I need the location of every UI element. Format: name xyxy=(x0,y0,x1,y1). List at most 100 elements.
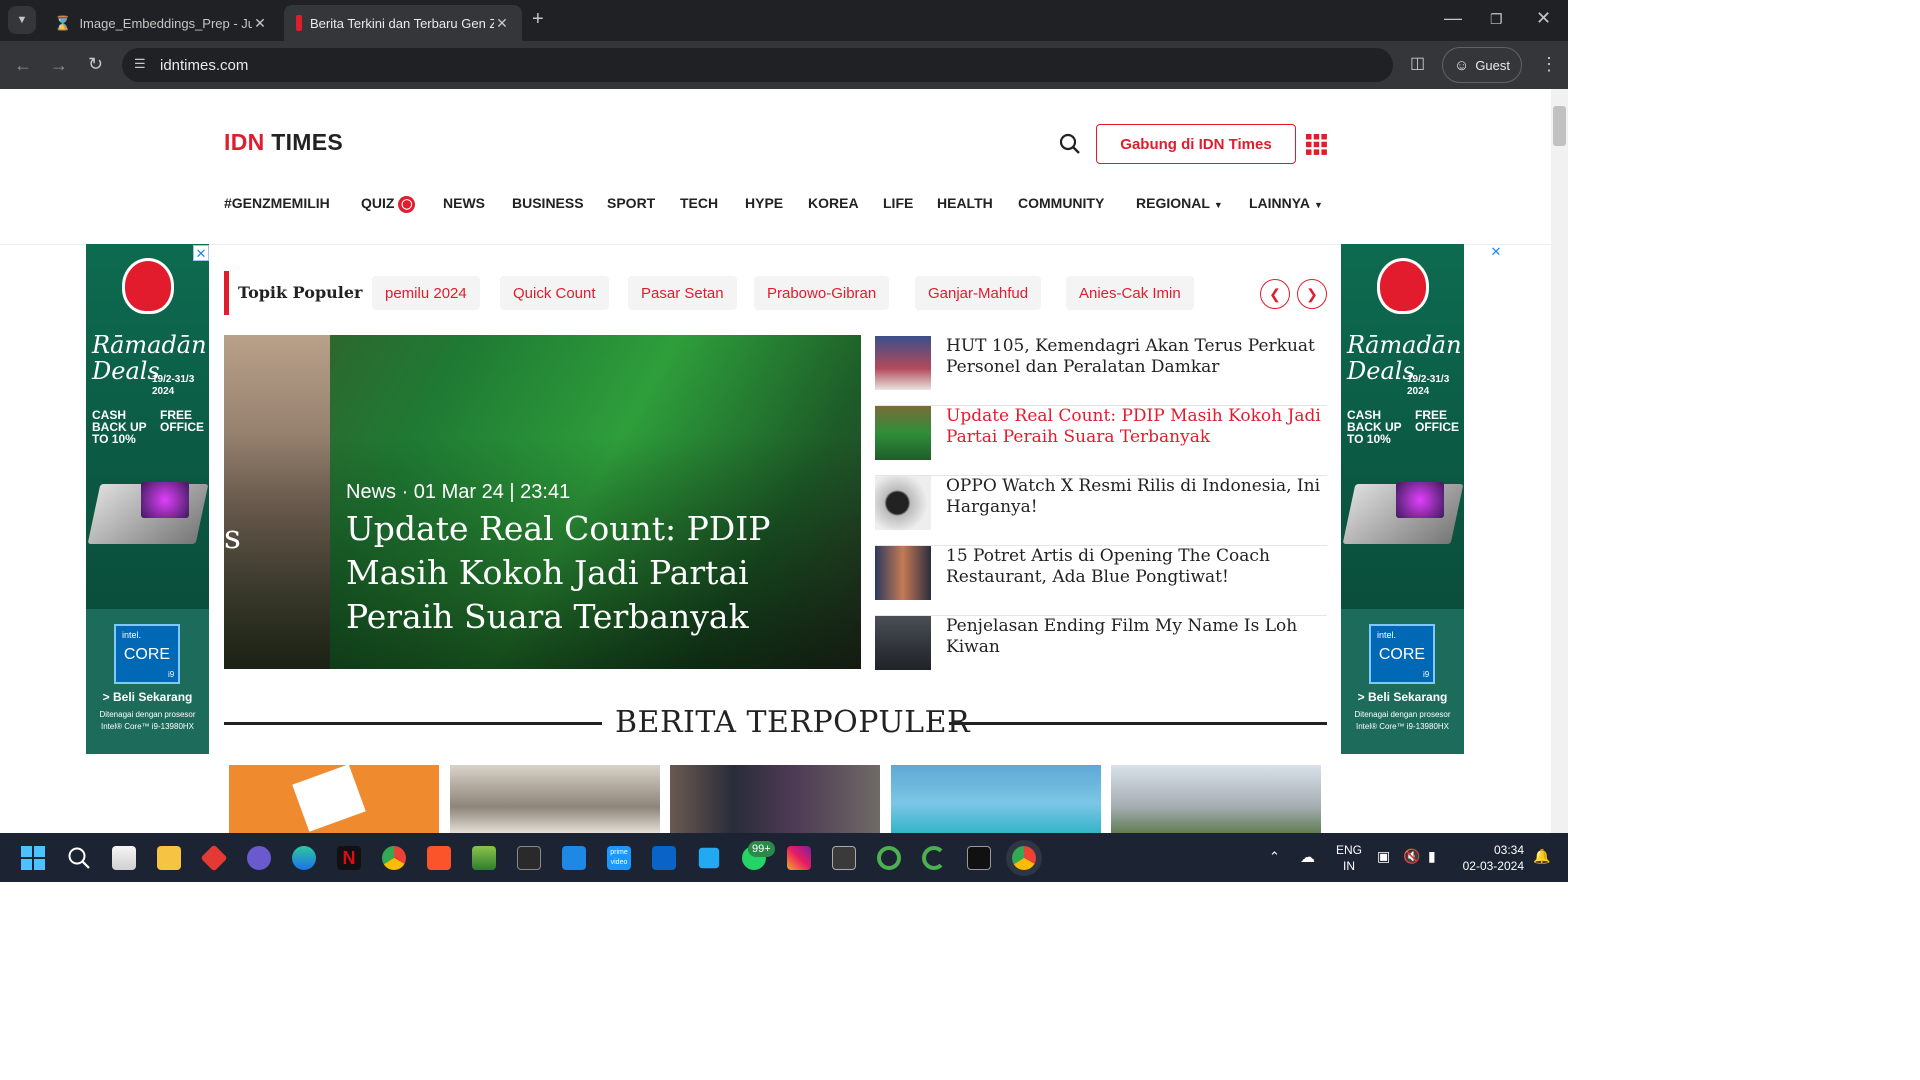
right-ad-banner[interactable]: Rāmadān Deals 19/2-31/3 2024 CASH BACK U… xyxy=(1341,244,1464,754)
article-title[interactable]: 15 Potret Artis di Opening The Coach Res… xyxy=(946,546,1321,588)
terminal-app-icon[interactable] xyxy=(517,846,541,870)
tab-jupyter[interactable]: ⌛ Image_Embeddings_Prep - Jupy ✕ xyxy=(42,5,280,41)
topic-chip[interactable]: Ganjar-Mahfud xyxy=(915,276,1042,310)
topic-chip[interactable]: pemilu 2024 xyxy=(372,276,480,310)
topic-chip[interactable]: Prabowo-Gibran xyxy=(754,276,890,310)
chevron-up-icon[interactable]: ⌃ xyxy=(1269,849,1280,865)
window-close-icon[interactable]: ✕ xyxy=(1536,8,1551,28)
minimize-icon[interactable]: — xyxy=(1444,8,1462,28)
ad-close-icon[interactable]: ✕ xyxy=(1488,244,1504,260)
search-icon[interactable] xyxy=(1059,133,1081,155)
volume-muted-icon[interactable]: 🔇 xyxy=(1403,848,1420,865)
clock[interactable]: 03:34 02-03-2024 xyxy=(1460,842,1524,874)
nav-genzmemilih[interactable]: #GENZMEMILIH xyxy=(224,195,330,211)
brave-icon[interactable] xyxy=(427,846,451,870)
language-indicator[interactable]: ENG IN xyxy=(1336,842,1362,874)
chevron-right-icon[interactable]: ❯ xyxy=(1297,279,1327,309)
instagram-icon[interactable] xyxy=(787,846,811,870)
hero-title[interactable]: Update Real Count: PDIP Masih Kokoh Jadi… xyxy=(346,507,856,639)
site-logo[interactable]: IDN TIMES xyxy=(224,129,343,156)
store-icon[interactable] xyxy=(112,846,136,870)
forward-icon[interactable]: → xyxy=(50,55,68,75)
article-title[interactable]: Penjelasan Ending Film My Name Is Loh Ki… xyxy=(946,616,1321,658)
nav-health[interactable]: HEALTH xyxy=(937,195,993,211)
join-button[interactable]: Gabung di IDN Times xyxy=(1096,124,1296,164)
intel-core-badge: intel. CORE i9 xyxy=(1369,624,1435,684)
prime-video-icon[interactable]: prime video xyxy=(607,846,631,870)
app-window-icon[interactable] xyxy=(832,846,856,870)
list-item[interactable]: Update Real Count: PDIP Masih Kokoh Jadi… xyxy=(875,406,1327,476)
chevron-left-icon[interactable]: ❮ xyxy=(1260,279,1290,309)
popular-card[interactable] xyxy=(450,765,660,833)
nav-lainnya[interactable]: LAINNYA ▼ xyxy=(1249,195,1323,211)
reload-icon[interactable]: ↻ xyxy=(88,54,103,74)
header-divider xyxy=(0,244,1551,245)
network-icon[interactable]: ▣ xyxy=(1377,848,1390,865)
chrome-icon[interactable] xyxy=(382,846,406,870)
nav-regional[interactable]: REGIONAL ▼ xyxy=(1136,195,1223,211)
left-ad-banner[interactable]: Rāmadān Deals 19/2-31/3 2024 CASH BACK U… xyxy=(86,244,209,754)
popular-card[interactable] xyxy=(891,765,1101,833)
popular-card[interactable] xyxy=(1111,765,1321,833)
chrome-active-icon[interactable] xyxy=(1012,846,1036,870)
article-title[interactable]: Update Real Count: PDIP Masih Kokoh Jadi… xyxy=(946,406,1321,448)
article-thumbnail xyxy=(875,406,931,460)
list-item[interactable]: Penjelasan Ending Film My Name Is Loh Ki… xyxy=(875,616,1327,686)
side-panel-icon[interactable]: ◫ xyxy=(1410,54,1425,74)
scrollbar-thumb[interactable] xyxy=(1553,106,1566,146)
nav-hype[interactable]: HYPE xyxy=(745,195,783,211)
app-ring-icon[interactable] xyxy=(877,846,901,870)
hero-article[interactable]: s News · 01 Mar 24 | 23:41 Update Real C… xyxy=(224,335,861,669)
ad-close-icon[interactable]: ✕ xyxy=(193,245,209,261)
app-ring2-icon[interactable] xyxy=(922,846,946,870)
nav-tech[interactable]: TECH xyxy=(680,195,718,211)
vscode-icon[interactable] xyxy=(698,847,720,869)
back-icon[interactable]: ← xyxy=(14,55,32,75)
topic-chip[interactable]: Pasar Setan xyxy=(628,276,737,310)
nav-news[interactable]: NEWS xyxy=(443,195,485,211)
ad-free: FREE OFFICE xyxy=(160,408,204,434)
terminal-icon[interactable] xyxy=(967,846,991,870)
battery-icon[interactable]: ▮ xyxy=(1428,848,1436,865)
omnibox[interactable]: ☰ idntimes.com xyxy=(122,48,1393,82)
apps-grid-icon[interactable] xyxy=(1306,134,1327,155)
outlook-icon[interactable] xyxy=(652,846,676,870)
topic-chip[interactable]: Anies-Cak Imin xyxy=(1066,276,1194,310)
nav-korea[interactable]: KOREA xyxy=(808,195,859,211)
article-thumbnail xyxy=(875,476,931,530)
list-item[interactable]: 15 Potret Artis di Opening The Coach Res… xyxy=(875,546,1327,616)
cloud-icon[interactable]: ☁ xyxy=(1300,848,1315,866)
app-green-icon[interactable] xyxy=(472,846,496,870)
app-blue-icon[interactable] xyxy=(562,846,586,870)
menu-kebab-icon[interactable]: ⋮ xyxy=(1540,54,1558,74)
nav-sport[interactable]: SPORT xyxy=(607,195,655,211)
nav-community[interactable]: COMMUNITY xyxy=(1018,195,1104,211)
list-item[interactable]: OPPO Watch X Resmi Rilis di Indonesia, I… xyxy=(875,476,1327,546)
profile-button[interactable]: ☺ Guest xyxy=(1442,47,1522,83)
quiz-badge-icon: ◯ xyxy=(398,196,416,213)
taskbar-search-icon[interactable] xyxy=(67,846,91,870)
nav-business[interactable]: BUSINESS xyxy=(512,195,584,211)
windows-start-icon[interactable] xyxy=(21,846,45,870)
edge-icon[interactable] xyxy=(292,846,316,870)
tab-list-icon[interactable]: ▼ xyxy=(8,6,36,34)
popular-card[interactable] xyxy=(670,765,880,833)
notification-bell-icon[interactable]: 🔔 xyxy=(1533,848,1550,865)
close-icon[interactable]: ✕ xyxy=(252,15,268,32)
list-item[interactable]: HUT 105, Kemendagri Akan Terus Perkuat P… xyxy=(875,336,1327,406)
article-title[interactable]: HUT 105, Kemendagri Akan Terus Perkuat P… xyxy=(946,336,1321,378)
article-title[interactable]: OPPO Watch X Resmi Rilis di Indonesia, I… xyxy=(946,476,1321,518)
netflix-icon[interactable]: N xyxy=(337,846,361,870)
nav-quiz[interactable]: QUIZ ◯ xyxy=(361,195,416,213)
tab-idntimes[interactable]: Berita Terkini dan Terbaru Gen Z ✕ xyxy=(284,5,522,41)
close-icon[interactable]: ✕ xyxy=(494,15,510,32)
topic-chip[interactable]: Quick Count xyxy=(500,276,609,310)
maximize-icon[interactable]: ❐ xyxy=(1490,9,1503,29)
popular-card[interactable] xyxy=(229,764,439,833)
file-explorer-icon[interactable] xyxy=(157,846,181,870)
app-purple-icon[interactable] xyxy=(247,846,271,870)
page-scrollbar[interactable] xyxy=(1551,89,1568,833)
nav-life[interactable]: LIFE xyxy=(883,195,913,211)
new-tab-icon[interactable]: + xyxy=(532,9,544,29)
site-info-icon[interactable]: ☰ xyxy=(134,56,146,72)
